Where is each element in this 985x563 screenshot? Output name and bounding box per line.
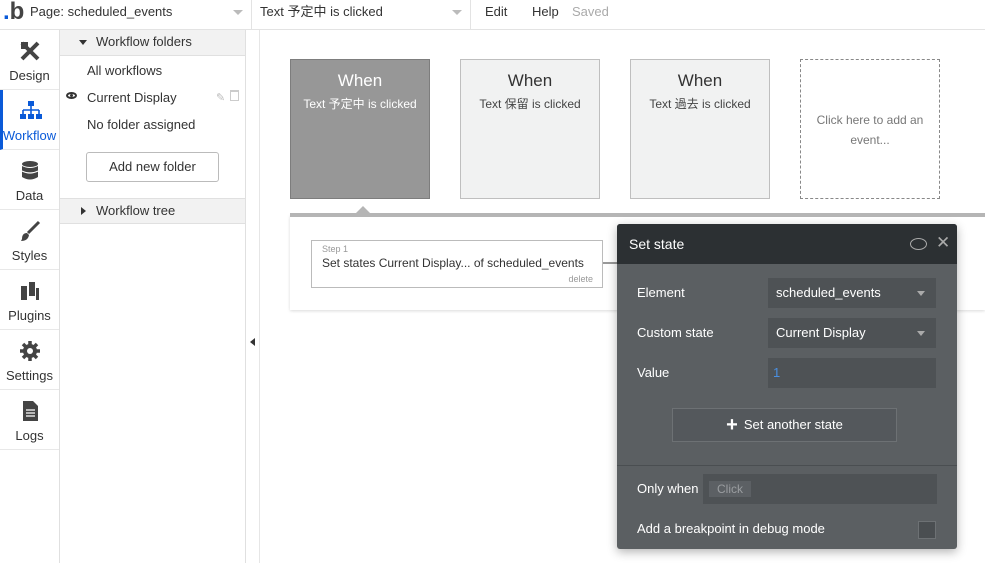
only-when-input[interactable]: Click xyxy=(703,474,937,504)
chevron-down-icon xyxy=(917,291,925,296)
nav-settings[interactable]: Settings xyxy=(0,330,59,390)
custom-state-value: Current Display xyxy=(776,325,866,340)
main-sidebar: Design Workflow Data Styles Plugins Sett… xyxy=(0,30,60,563)
set-state-panel: Set state ✕ Element scheduled_events Cus… xyxy=(617,224,957,549)
event-text: Text 過去 is clicked xyxy=(649,97,751,111)
workflow-tree-header[interactable]: Workflow tree xyxy=(60,198,245,224)
nav-logs[interactable]: Logs xyxy=(0,390,59,450)
event-when-label: When xyxy=(507,71,553,90)
add-new-folder-button[interactable]: Add new folder xyxy=(86,152,219,182)
page-select-label: Page: scheduled_events xyxy=(30,4,173,19)
divider xyxy=(259,30,260,563)
event-select-label: Text 予定中 is clicked xyxy=(260,4,383,19)
brush-icon xyxy=(21,220,41,241)
save-status: Saved xyxy=(572,4,609,19)
workflow-folders-title: Workflow folders xyxy=(96,34,192,49)
nav-styles[interactable]: Styles xyxy=(0,210,59,270)
comment-icon[interactable] xyxy=(910,238,927,250)
document-icon xyxy=(23,401,38,421)
workflow-folders-panel: Workflow folders All workflows Current D… xyxy=(60,30,246,563)
nav-plugins-label: Plugins xyxy=(8,308,51,323)
eye-icon[interactable] xyxy=(66,92,77,99)
event-card[interactable]: When Text 過去 is clicked xyxy=(630,59,770,199)
panel-header[interactable]: Set state ✕ xyxy=(617,224,957,264)
trash-icon[interactable] xyxy=(230,90,239,101)
nav-data-label: Data xyxy=(15,188,44,203)
plus-icon: + xyxy=(726,414,738,436)
only-when-label: Only when xyxy=(637,481,699,496)
nav-data[interactable]: Data xyxy=(0,150,59,210)
database-icon xyxy=(21,161,39,180)
workflow-icon xyxy=(20,101,42,119)
breakpoint-label: Add a breakpoint in debug mode xyxy=(637,521,825,536)
value-label: Value xyxy=(637,365,670,380)
nav-styles-label: Styles xyxy=(11,248,48,263)
caret-down-icon xyxy=(79,40,87,45)
element-dropdown[interactable]: scheduled_events xyxy=(768,278,936,308)
close-icon[interactable]: ✕ xyxy=(936,233,950,253)
step-description: Set states Current Display... of schedul… xyxy=(322,256,584,270)
custom-state-label: Custom state xyxy=(637,325,714,340)
pencil-icon[interactable]: ✎ xyxy=(216,91,226,104)
design-icon xyxy=(20,41,40,61)
step-connector xyxy=(603,262,617,264)
chevron-down-icon xyxy=(233,10,243,15)
click-placeholder: Click xyxy=(709,481,751,497)
event-when-label: When xyxy=(337,71,383,90)
panel-title: Set state xyxy=(629,236,685,252)
divider xyxy=(617,465,957,466)
event-select[interactable]: Text 予定中 is clicked xyxy=(252,0,471,29)
element-value: scheduled_events xyxy=(776,285,881,300)
event-when-label: When xyxy=(677,71,723,90)
workflow-folders-header[interactable]: Workflow folders xyxy=(60,30,245,56)
caret-right-icon xyxy=(81,207,86,215)
folder-no-folder-assigned[interactable]: No folder assigned xyxy=(87,117,195,132)
event-text: Text 保留 is clicked xyxy=(479,97,581,111)
edit-menu[interactable]: Edit xyxy=(485,4,507,19)
set-another-state-label: Set another state xyxy=(743,417,843,432)
folder-all-workflows[interactable]: All workflows xyxy=(87,63,162,78)
step-number: Step 1 xyxy=(322,244,349,254)
folder-current-display[interactable]: Current Display xyxy=(87,90,177,105)
element-label: Element xyxy=(637,285,685,300)
steps-bar xyxy=(290,213,985,217)
help-menu[interactable]: Help xyxy=(532,4,559,19)
delete-step-link[interactable]: delete xyxy=(568,274,593,284)
event-card[interactable]: When Text 予定中 is clicked xyxy=(290,59,430,199)
set-another-state-button[interactable]: + Set another state xyxy=(672,408,897,442)
top-bar: .b Page: scheduled_events Text 予定中 is cl… xyxy=(0,0,985,30)
nav-workflow[interactable]: Workflow xyxy=(0,90,59,150)
nav-workflow-label: Workflow xyxy=(2,128,57,143)
nav-design-label: Design xyxy=(9,68,50,83)
gear-icon xyxy=(20,341,40,361)
breakpoint-checkbox[interactable] xyxy=(918,521,936,539)
chevron-down-icon xyxy=(917,331,925,336)
nav-logs-label: Logs xyxy=(15,428,44,443)
step-card[interactable]: Step 1 Set states Current Display... of … xyxy=(311,240,603,288)
page-select[interactable]: Page: scheduled_events xyxy=(24,0,252,29)
collapse-panel-icon[interactable] xyxy=(250,338,255,346)
value-input[interactable]: 1 xyxy=(768,358,936,388)
selected-event-pointer xyxy=(355,206,371,214)
workflow-tree-title: Workflow tree xyxy=(96,203,176,218)
plug-icon xyxy=(21,282,39,300)
event-text: Text 予定中 is clicked xyxy=(303,97,417,111)
custom-state-dropdown[interactable]: Current Display xyxy=(768,318,936,348)
nav-plugins[interactable]: Plugins xyxy=(0,270,59,330)
nav-settings-label: Settings xyxy=(6,368,53,383)
event-card[interactable]: When Text 保留 is clicked xyxy=(460,59,600,199)
chevron-down-icon xyxy=(452,10,462,15)
add-event-card[interactable]: Click here to add an event... xyxy=(800,59,940,199)
nav-design[interactable]: Design xyxy=(0,30,59,90)
